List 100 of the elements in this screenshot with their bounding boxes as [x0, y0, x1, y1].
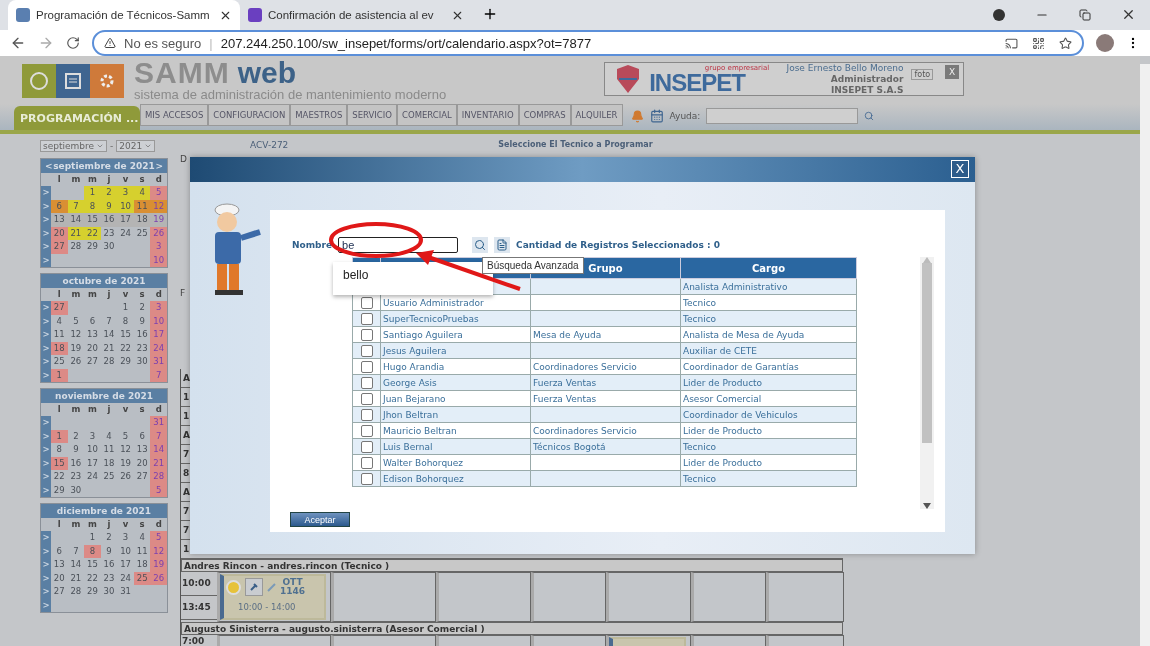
calendar-day[interactable]: 26 [117, 470, 134, 484]
year-select[interactable]: 2021 [116, 140, 156, 152]
calendar-day[interactable]: 25 [133, 226, 151, 240]
calendar-day[interactable]: 16 [133, 328, 151, 342]
calendar-day[interactable]: 6 [51, 199, 68, 213]
week-select-button[interactable]: > [41, 341, 51, 355]
calendar-day[interactable]: 13 [51, 558, 68, 572]
calendar-day[interactable]: 30 [100, 585, 118, 599]
week-select-button[interactable]: > [41, 368, 51, 382]
calendar-day[interactable]: 24 [117, 571, 134, 585]
week-select-button[interactable]: > [41, 429, 51, 443]
calendar-day[interactable]: 8 [84, 544, 101, 558]
calendar-day[interactable]: 26 [67, 355, 85, 369]
accept-button[interactable]: Aceptar [290, 512, 350, 527]
calendar-day[interactable]: 3 [117, 186, 134, 200]
calendar-day[interactable]: 3 [117, 531, 134, 545]
calendar-day[interactable]: 19 [67, 341, 85, 355]
calendar-day[interactable]: 31 [117, 585, 134, 599]
week-select-button[interactable]: > [41, 416, 51, 430]
calendar-day[interactable]: 13 [84, 328, 101, 342]
calendar-day[interactable]: 17 [84, 456, 101, 470]
month-select[interactable]: septiembre [40, 140, 108, 152]
calendar-day[interactable]: 10 [84, 443, 101, 457]
menu-item[interactable]: SERVICIO [347, 104, 397, 126]
calendar-day[interactable]: 11 [51, 328, 68, 342]
calendar-day[interactable]: 29 [51, 483, 68, 497]
calendar-day[interactable]: 19 [117, 456, 134, 470]
calendar-day[interactable]: 29 [117, 355, 134, 369]
calendar-day[interactable]: 29 [84, 240, 101, 254]
calendar-day[interactable]: 25 [51, 355, 68, 369]
calendar-day[interactable]: 6 [133, 429, 151, 443]
week-select-button[interactable]: > [41, 355, 51, 369]
week-select-button[interactable]: > [41, 531, 51, 545]
week-select-button[interactable]: > [41, 558, 51, 572]
calendar-day[interactable]: 11 [100, 443, 118, 457]
calendar-day[interactable]: 25 [100, 470, 118, 484]
calendar-day[interactable]: 5 [67, 314, 85, 328]
calendar-day[interactable]: 27 [84, 355, 101, 369]
calendar-day[interactable]: 27 [51, 301, 68, 315]
calendar-day[interactable]: 27 [51, 585, 68, 599]
calendar-day[interactable]: 30 [67, 483, 85, 497]
week-select-button[interactable]: > [41, 226, 51, 240]
calendar-day[interactable]: 9 [100, 544, 118, 558]
calendar-day[interactable]: 20 [133, 456, 151, 470]
calendar-day[interactable]: 14 [100, 328, 118, 342]
week-select-button[interactable]: > [41, 571, 51, 585]
week-select-button[interactable]: > [41, 443, 51, 457]
calendar-day[interactable]: 16 [67, 456, 85, 470]
calendar-day[interactable]: 9 [67, 443, 85, 457]
calendar-day[interactable]: 22 [84, 571, 101, 585]
calendar-day[interactable]: 17 [117, 213, 134, 227]
week-select-button[interactable]: > [41, 314, 51, 328]
logout-button[interactable]: X [945, 65, 960, 79]
calendar-day[interactable]: 28 [67, 240, 85, 254]
calendar-day[interactable]: 24 [117, 226, 134, 240]
calendar-day[interactable]: 3 [84, 429, 101, 443]
week-select-button[interactable]: > [41, 253, 51, 267]
menu-item[interactable]: ALQUILER [570, 104, 623, 126]
calendar-day[interactable]: 23 [100, 226, 118, 240]
calendar-day[interactable]: 19 [150, 213, 167, 227]
calendar-day[interactable]: 12 [117, 443, 134, 457]
calendar-day[interactable]: 15 [84, 558, 101, 572]
menu-item[interactable]: MIS ACCESOS [140, 104, 209, 126]
calendar-day[interactable]: 5 [117, 429, 134, 443]
prev-month-button[interactable]: < [45, 161, 53, 171]
calendar-day[interactable]: 4 [51, 314, 68, 328]
calendar-day[interactable]: 1 [84, 186, 101, 200]
week-select-button[interactable]: > [41, 213, 51, 227]
calendar-day[interactable]: 31 [150, 355, 167, 369]
week-select-button[interactable]: > [41, 470, 51, 484]
calendar-day[interactable]: 15 [51, 456, 68, 470]
calendar-day[interactable]: 1 [117, 301, 134, 315]
calendar-day[interactable]: 17 [150, 328, 167, 342]
week-select-button[interactable]: > [41, 301, 51, 315]
calendar-day[interactable]: 21 [67, 571, 85, 585]
calendar-day[interactable]: 14 [150, 443, 167, 457]
calendar-day[interactable]: 21 [100, 341, 118, 355]
week-select-button[interactable]: > [41, 483, 51, 497]
calendar-day[interactable]: 28 [150, 470, 167, 484]
close-button[interactable]: X [951, 160, 969, 178]
calendar-day[interactable]: 10 [117, 544, 134, 558]
next-month-button[interactable]: > [155, 161, 163, 171]
calendar-day[interactable]: 15 [117, 328, 134, 342]
calendar-day[interactable]: 29 [84, 585, 101, 599]
calendar-day[interactable]: 28 [67, 585, 85, 599]
calendar-day[interactable]: 3 [150, 240, 167, 254]
week-select-button[interactable]: > [41, 199, 51, 213]
name-field[interactable]: be [338, 237, 459, 253]
calendar-day[interactable]: 3 [150, 301, 167, 315]
calendar-day[interactable]: 20 [51, 571, 68, 585]
week-select-button[interactable]: > [41, 585, 51, 599]
calendar-day[interactable]: 23 [133, 341, 151, 355]
calendar-day[interactable]: 27 [133, 470, 151, 484]
calendar-day[interactable]: 7 [100, 314, 118, 328]
calendar-day[interactable]: 8 [51, 443, 68, 457]
calendar-day[interactable]: 6 [84, 314, 101, 328]
menu-item[interactable]: COMPRAS [518, 104, 571, 126]
calendar-day[interactable]: 30 [133, 355, 151, 369]
calendar-day[interactable]: 22 [117, 341, 134, 355]
calendar-day[interactable]: 2 [100, 531, 118, 545]
